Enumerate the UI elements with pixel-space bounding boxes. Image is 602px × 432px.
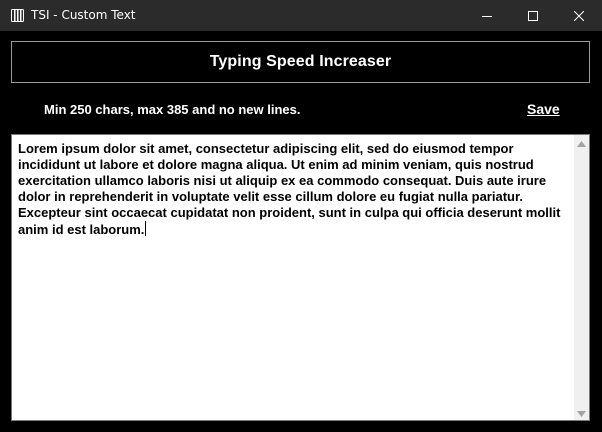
vertical-scrollbar[interactable] [574,135,589,420]
main-content: Typing Speed Increaser Min 250 chars, ma… [0,31,602,432]
maximize-icon [528,10,538,21]
scroll-up-arrow-icon [577,134,586,152]
close-icon [574,10,584,21]
custom-text-editor[interactable]: Lorem ipsum dolor sit amet, consectetur … [11,134,590,421]
scroll-up-button[interactable] [574,135,589,150]
text-area-value: Lorem ipsum dolor sit amet, consectetur … [18,141,561,237]
text-area-content[interactable]: Lorem ipsum dolor sit amet, consectetur … [18,141,570,238]
header-banner: Typing Speed Increaser [11,41,590,83]
close-button[interactable] [556,0,602,31]
minimize-button[interactable] [464,0,510,31]
app-icon [11,8,24,23]
window-title: TSI - Custom Text [31,8,136,22]
save-button[interactable]: Save [527,101,560,117]
scroll-down-button[interactable] [574,405,589,420]
maximize-button[interactable] [510,0,556,31]
title-bar[interactable]: TSI - Custom Text [0,0,602,31]
scroll-down-arrow-icon [577,404,586,422]
length-instructions: Min 250 chars, max 385 and no new lines. [44,102,301,117]
minimize-icon [482,11,492,21]
text-caret [145,221,147,236]
app-heading: Typing Speed Increaser [209,53,392,70]
